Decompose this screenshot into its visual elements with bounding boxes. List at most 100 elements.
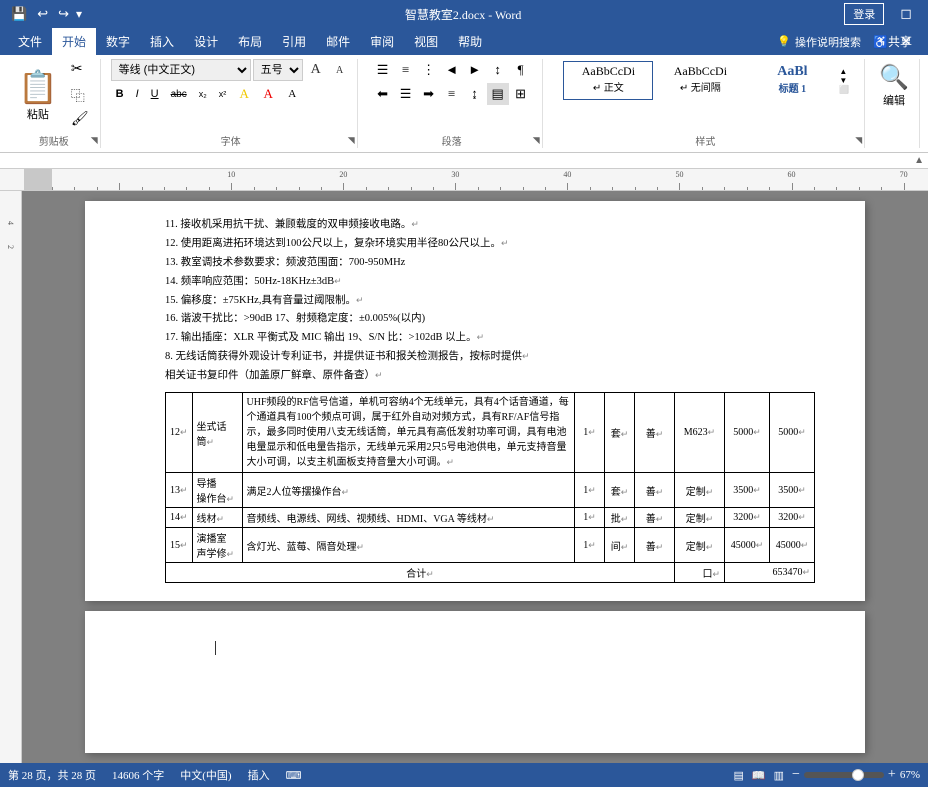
paragraph-expand[interactable]: ◥ (533, 135, 540, 146)
search-icon: 🔍 (879, 63, 909, 92)
operation-search-label: 操作说明搜索 (795, 34, 861, 50)
line-spacing-button[interactable]: ↨ (464, 83, 486, 105)
cell-row12-total: 5000↵ (770, 393, 815, 473)
view-layout-button[interactable]: ▥ (774, 769, 784, 782)
ribbon-collapse-bar: ▲ (0, 153, 928, 169)
subscript-button[interactable]: x₂ (194, 83, 212, 105)
underline-button[interactable]: U (146, 83, 164, 105)
clear-format-button[interactable]: A (281, 83, 303, 105)
style-scroll-down-button[interactable]: ▼ (839, 77, 849, 85)
bold-button[interactable]: B (111, 83, 129, 105)
font-controls: 等线 (中文正文) 五号 A A B I U abc x₂ x² A A A (111, 59, 351, 105)
document-page-top: 11. 接收机采用抗干扰、兼顾载度的双申频接收电路。↵ 12. 使用距离进拓环境… (85, 201, 865, 601)
font-label: 字体 (221, 131, 241, 148)
paragraph-label: 段落 (442, 131, 462, 148)
text-cursor (215, 641, 216, 655)
strikethrough-button[interactable]: abc (166, 83, 192, 105)
window-title: 智慧教室2.docx - Word (82, 6, 844, 23)
cell-row12-name: 坐式话筒↵ (192, 393, 242, 473)
text-line-17: 17. 输出插座：XLR 平衡式及 MIC 输出 19、S/N 比：>102dB… (165, 329, 815, 348)
shading-button[interactable]: ▤ (487, 83, 509, 105)
text-line-15: 15. 偏移度：±75KHz,具有音量过阈限制。↵ (165, 292, 815, 311)
tab-view[interactable]: 视图 (404, 28, 448, 55)
superscript-button[interactable]: x² (214, 83, 232, 105)
tab-design[interactable]: 设计 (184, 28, 228, 55)
undo-icon[interactable]: ↩ (34, 6, 51, 22)
paste-button[interactable]: 📋 粘贴 (14, 66, 62, 124)
tab-number[interactable]: 数字 (96, 28, 140, 55)
tab-mail[interactable]: 邮件 (316, 28, 360, 55)
zoom-out-button[interactable]: − (792, 767, 800, 783)
list-bullets-button[interactable]: ☰ (372, 59, 394, 81)
cell-total-placeholder: 口↵ (675, 563, 725, 583)
font-size-select[interactable]: 五号 (253, 59, 303, 81)
collapse-ribbon-button[interactable]: ▲ (914, 155, 924, 166)
font-color-button[interactable]: A (257, 83, 279, 105)
copy-button[interactable]: ⿻ (66, 84, 94, 106)
show-marks-button[interactable]: ¶ (510, 59, 532, 81)
procurement-table: 12↵ 坐式话筒↵ UHF频段的RF信号信道，单机可容纳4个无线单元，具有4个话… (165, 392, 815, 583)
align-center-button[interactable]: ☰ (395, 83, 417, 105)
decrease-indent-button[interactable]: ◄ (441, 59, 463, 81)
sort-button[interactable]: ↕ (487, 59, 509, 81)
restore-button[interactable]: ◻ (892, 0, 920, 28)
list-numbers-button[interactable]: ≡ (395, 59, 417, 81)
view-normal-button[interactable]: ▤ (734, 769, 744, 782)
ruler-left-indent (24, 169, 52, 190)
shrink-font-button[interactable]: A (329, 59, 351, 81)
share-button[interactable]: ♿共享 (873, 33, 912, 50)
tab-layout[interactable]: 布局 (228, 28, 272, 55)
zoom-slider-track[interactable] (804, 772, 884, 778)
style-no-space[interactable]: AaBbCcDi ↵ 无间隔 (655, 61, 745, 100)
cell-row13-qty: 1↵ (575, 473, 605, 508)
styles-expand[interactable]: ◥ (855, 135, 862, 146)
paragraph-controls: ☰ ≡ ⋮ ◄ ► ↕ ¶ ⬅ ☰ ➡ ≡ ↨ ▤ ⊞ (368, 59, 536, 105)
document-scroll-area[interactable]: 11. 接收机采用抗干扰、兼顾载度的双申频接收电路。↵ 12. 使用距离进拓环境… (22, 191, 928, 763)
cut-button[interactable]: ✂ (66, 59, 94, 81)
zoom-in-button[interactable]: + (888, 767, 896, 783)
cell-row14-name: 线材↵ (192, 508, 242, 528)
clipboard-expand[interactable]: ◥ (91, 135, 98, 146)
cell-row15-qty: 1↵ (575, 528, 605, 563)
justify-button[interactable]: ≡ (441, 83, 463, 105)
border-button[interactable]: ⊞ (510, 83, 532, 105)
zoom-slider-thumb[interactable] (852, 769, 864, 781)
font-group: 等线 (中文正文) 五号 A A B I U abc x₂ x² A A A 字… (105, 59, 358, 148)
align-left-button[interactable]: ⬅ (372, 83, 394, 105)
highlight-button[interactable]: A (233, 83, 255, 105)
cell-row13-brand: 善↵ (635, 473, 675, 508)
style-scroll-up-button[interactable]: ▲ (839, 68, 849, 76)
format-painter-button[interactable]: 🖌 (66, 109, 94, 131)
grow-font-button[interactable]: A (305, 59, 327, 81)
cell-row13-total: 3500↵ (770, 473, 815, 508)
cell-total-label: 合计↵ (166, 563, 675, 583)
style-more-button[interactable]: ⬜ (839, 86, 849, 94)
paste-label: 粘贴 (27, 106, 49, 122)
tab-file[interactable]: 文件 (8, 28, 52, 55)
tab-review[interactable]: 审阅 (360, 28, 404, 55)
increase-indent-button[interactable]: ► (464, 59, 486, 81)
cell-row12-model: M623↵ (675, 393, 725, 473)
tab-home[interactable]: 开始 (52, 28, 96, 55)
cell-row12-spec: UHF频段的RF信号信道，单机可容纳4个无线单元，具有4个话音通道，每个通道具有… (242, 393, 574, 473)
text-line-14: 14. 频率响应范围：50Hz-18KHz±3dB↵ (165, 273, 815, 292)
cell-row13-name: 导播操作台↵ (192, 473, 242, 508)
style-normal[interactable]: AaBbCcDi ↵ 正文 (563, 61, 653, 100)
login-button[interactable]: 登录 (844, 3, 884, 25)
list-multi-button[interactable]: ⋮ (418, 59, 440, 81)
above-table-text: 11. 接收机采用抗干扰、兼顾载度的双申频接收电路。↵ 12. 使用距离进拓环境… (165, 216, 815, 386)
view-read-button[interactable]: 📖 (752, 769, 766, 782)
cell-row12-brand: 善↵ (635, 393, 675, 473)
tab-reference[interactable]: 引用 (272, 28, 316, 55)
save-icon[interactable]: 💾 (8, 6, 30, 22)
align-right-button[interactable]: ➡ (418, 83, 440, 105)
font-expand[interactable]: ◥ (348, 135, 355, 146)
tab-insert[interactable]: 插入 (140, 28, 184, 55)
style-heading1[interactable]: AaBl 标题 1 (747, 61, 837, 100)
tab-help[interactable]: 帮助 (448, 28, 492, 55)
text-line-8b: 相关证书复印件（加盖原厂鲜章、原件备查）↵ (165, 367, 815, 386)
font-name-select[interactable]: 等线 (中文正文) (111, 59, 251, 81)
cell-row15-total: 45000↵ (770, 528, 815, 563)
redo-icon[interactable]: ↪ (55, 6, 72, 22)
italic-button[interactable]: I (131, 83, 144, 105)
